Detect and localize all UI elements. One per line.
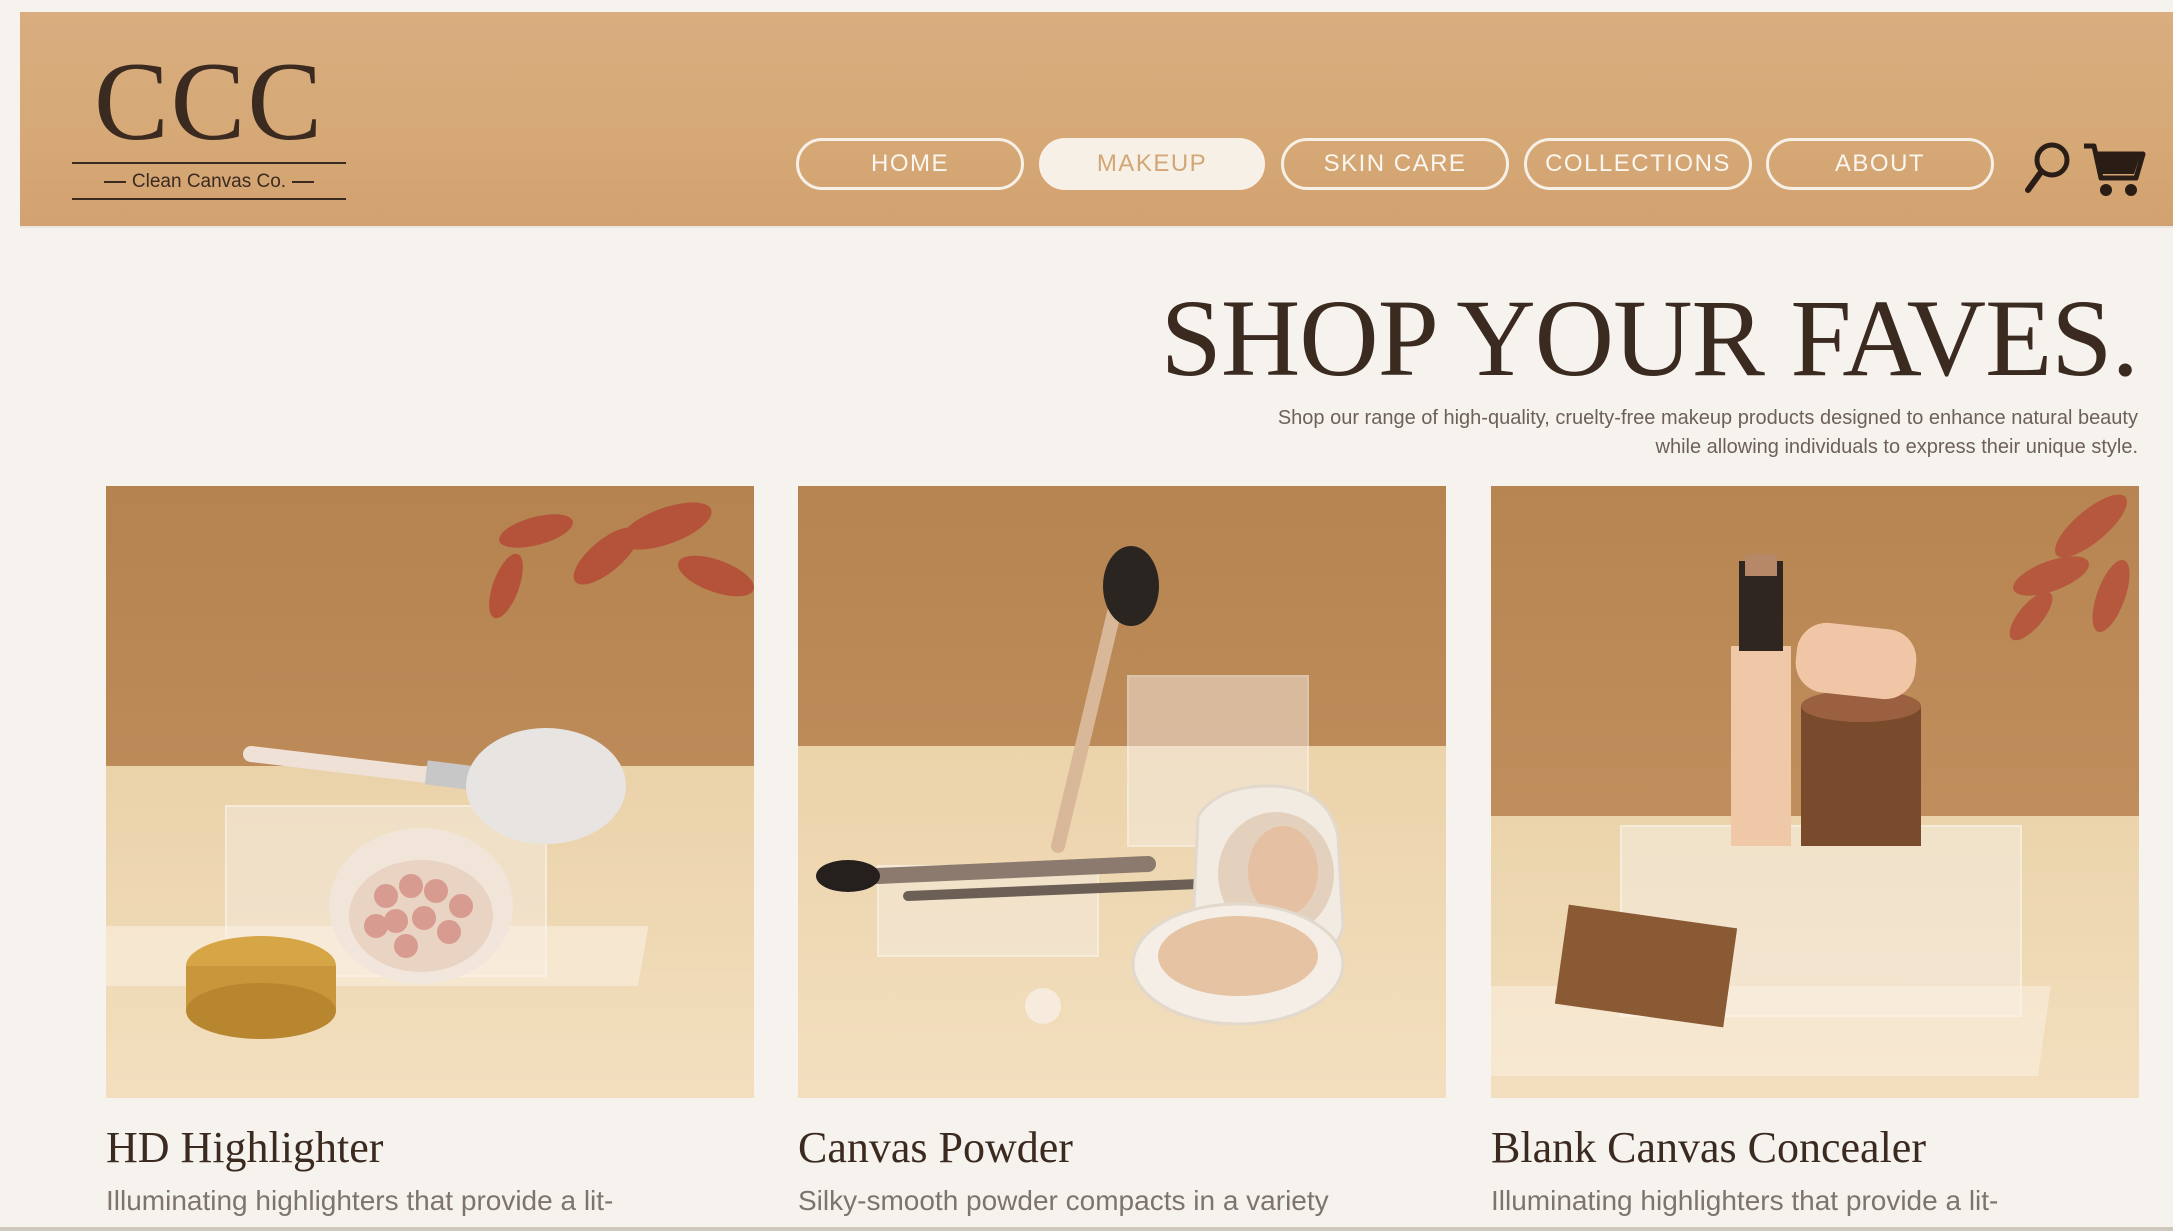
product-image[interactable] (106, 486, 754, 1098)
product-image[interactable] (798, 486, 1446, 1098)
product-description: Illuminating highlighters that provide a… (1491, 1185, 1999, 1216)
site-logo[interactable]: CCC Clean Canvas Co. (72, 46, 346, 206)
nav-home-button[interactable]: HOME (796, 138, 1024, 190)
product-title[interactable]: Blank Canvas Concealer (1491, 1122, 1926, 1174)
site-header: CCC Clean Canvas Co. HOME MAKEUP SKIN CA… (20, 12, 2173, 226)
search-icon[interactable] (2023, 140, 2073, 196)
nav-collections-button[interactable]: COLLECTIONS (1524, 138, 1752, 190)
page-subtitle: Shop our range of high-quality, cruelty-… (1038, 404, 2138, 462)
product-card[interactable]: HD Highlighter Illuminating highlighters… (106, 486, 754, 1216)
page-subtitle-line: Shop our range of high-quality, cruelty-… (1277, 407, 2138, 429)
logo-subtitle: Clean Canvas Co. (72, 170, 346, 194)
page-title: SHOP YOUR FAVES. (1160, 277, 2139, 399)
product-card[interactable]: Canvas Powder Silky-smooth powder compac… (798, 486, 1446, 1216)
logo-divider (72, 198, 346, 200)
cart-icon[interactable] (2082, 140, 2146, 200)
logo-mark: CCC (93, 40, 325, 164)
product-description: Illuminating highlighters that provide a… (106, 1185, 614, 1216)
nav-skin-care-button[interactable]: SKIN CARE (1281, 138, 1509, 190)
product-image[interactable] (1491, 486, 2139, 1098)
page-subtitle-line: while allowing individuals to express th… (1655, 436, 2138, 458)
nav-about-button[interactable]: ABOUT (1766, 138, 1994, 190)
nav-makeup-button[interactable]: MAKEUP (1039, 138, 1265, 190)
product-title[interactable]: Canvas Powder (798, 1122, 1073, 1174)
product-card[interactable]: Blank Canvas Concealer Illuminating high… (1491, 486, 2139, 1216)
product-title[interactable]: HD Highlighter (106, 1122, 383, 1174)
logo-divider (72, 162, 346, 164)
product-description: Silky-smooth powder compacts in a variet… (798, 1185, 1329, 1216)
page: CCC Clean Canvas Co. HOME MAKEUP SKIN CA… (0, 0, 2173, 1231)
